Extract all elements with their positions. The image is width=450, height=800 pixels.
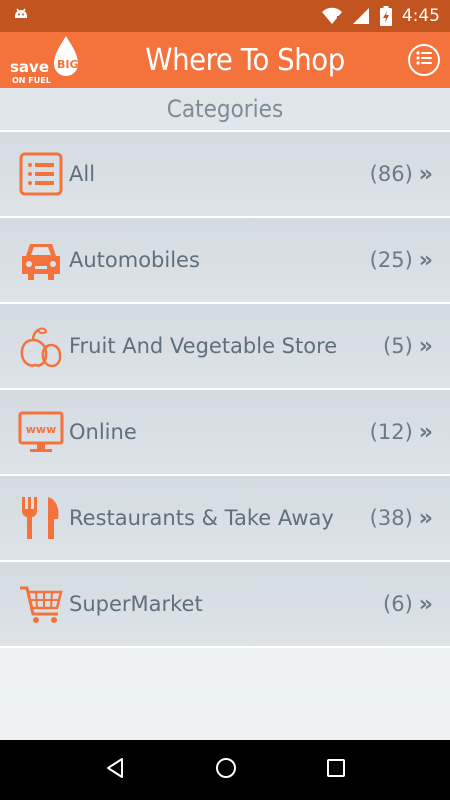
svg-text:ON FUEL: ON FUEL [12,76,51,85]
car-icon [18,237,64,283]
list-icon [18,151,64,197]
fork-knife-icon [18,495,64,541]
chevron-right-icon: » [418,505,433,531]
category-label: SuperMarket [69,592,203,616]
category-row-online[interactable]: www Online (12) » [0,390,450,476]
category-row-restaurants-take-away[interactable]: Restaurants & Take Away (38) » [0,476,450,562]
status-time: 4:45 [401,6,440,26]
chevron-right-icon: » [418,161,433,187]
system-nav-bar [0,740,450,800]
svg-text:save: save [10,58,49,76]
category-row-all[interactable]: All (86) » [0,132,450,218]
category-label: Automobiles [69,248,200,272]
section-title: Categories [166,95,284,123]
list-menu-icon [416,50,432,70]
category-count: (25) [369,248,413,272]
svg-text:BIG: BIG [57,58,79,71]
chevron-right-icon: » [418,419,433,445]
category-row-fruit-and-vegetable-store[interactable]: Fruit And Vegetable Store (5) » [0,304,450,390]
status-bar: 4:45 [0,0,450,32]
category-label: Restaurants & Take Away [69,506,334,530]
recents-icon[interactable] [325,757,347,784]
wifi-icon [321,7,342,25]
category-count: (6) [383,592,413,616]
category-count: (86) [369,162,413,186]
category-row-supermarket[interactable]: SuperMarket (6) » [0,562,450,648]
category-label: Online [69,420,137,444]
category-count: (12) [369,420,413,444]
android-debug-icon [12,5,30,28]
menu-button[interactable] [408,44,440,76]
shopping-cart-icon [18,581,64,627]
back-icon[interactable] [103,756,127,785]
category-count: (5) [383,334,413,358]
chevron-right-icon: » [418,591,433,617]
page-title: Where To Shop [145,42,345,78]
category-row-automobiles[interactable]: Automobiles (25) » [0,218,450,304]
category-label: Fruit And Vegetable Store [69,334,338,358]
chevron-right-icon: » [418,333,433,359]
www-monitor-icon: www [18,409,64,455]
svg-text:www: www [26,423,57,436]
category-count: (38) [369,506,413,530]
content-area: Categories All (86) » Automobiles (25) »… [0,88,450,740]
app-logo: save BIG ON FUEL [0,32,86,88]
home-icon[interactable] [214,756,238,785]
battery-charging-icon [379,6,392,26]
signal-icon [352,7,370,25]
category-label: All [69,162,96,186]
fruit-icon [18,323,64,369]
chevron-right-icon: » [418,247,433,273]
category-list: All (86) » Automobiles (25) » Fruit And … [0,130,450,648]
app-bar: save BIG ON FUEL Where To Shop [0,32,450,88]
